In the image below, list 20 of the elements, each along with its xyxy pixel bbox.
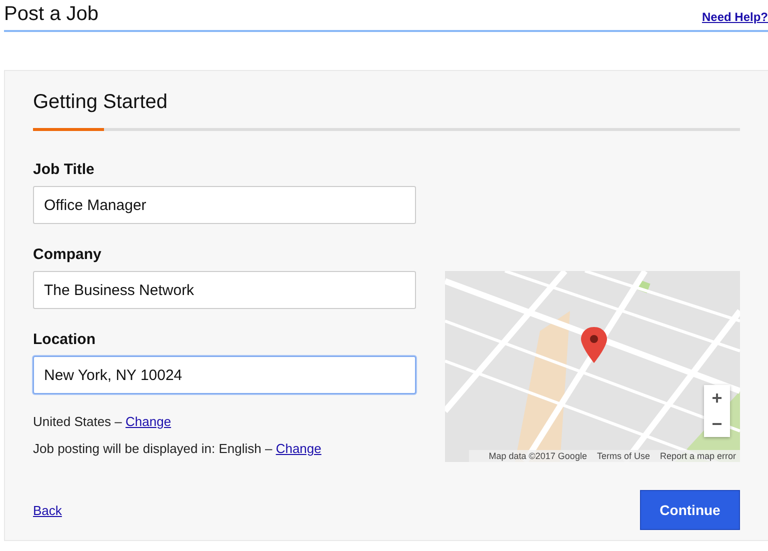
section-title: Getting Started bbox=[33, 91, 169, 114]
map-attribution-link[interactable]: Map data ©2017 Google bbox=[488, 451, 587, 461]
zoom-in-button[interactable]: + bbox=[704, 385, 730, 411]
zoom-out-button[interactable]: − bbox=[704, 411, 730, 437]
input-field[interactable]: The Business Network bbox=[33, 271, 416, 309]
input-field[interactable]: Office Manager bbox=[33, 186, 416, 224]
map-attribution-link[interactable]: Report a map error bbox=[660, 451, 736, 461]
change-link[interactable]: Change bbox=[276, 441, 322, 456]
back-link[interactable]: Back bbox=[33, 502, 62, 518]
change-link[interactable]: Change bbox=[126, 414, 172, 429]
note-text: Job posting will be displayed in: English – bbox=[33, 441, 272, 456]
help-link[interactable]: Need Help? bbox=[702, 10, 768, 24]
note-text: United States – bbox=[33, 414, 122, 429]
map-attribution-link[interactable]: Terms of Use bbox=[596, 451, 650, 461]
continue-button[interactable]: Continue bbox=[640, 490, 740, 530]
field-label: Company bbox=[33, 246, 102, 263]
field-label: Job Title bbox=[33, 161, 96, 178]
field-label: Location bbox=[33, 331, 96, 348]
page-title: Post a Job bbox=[4, 3, 99, 26]
input-field[interactable]: New York, NY 10024 bbox=[33, 356, 416, 394]
